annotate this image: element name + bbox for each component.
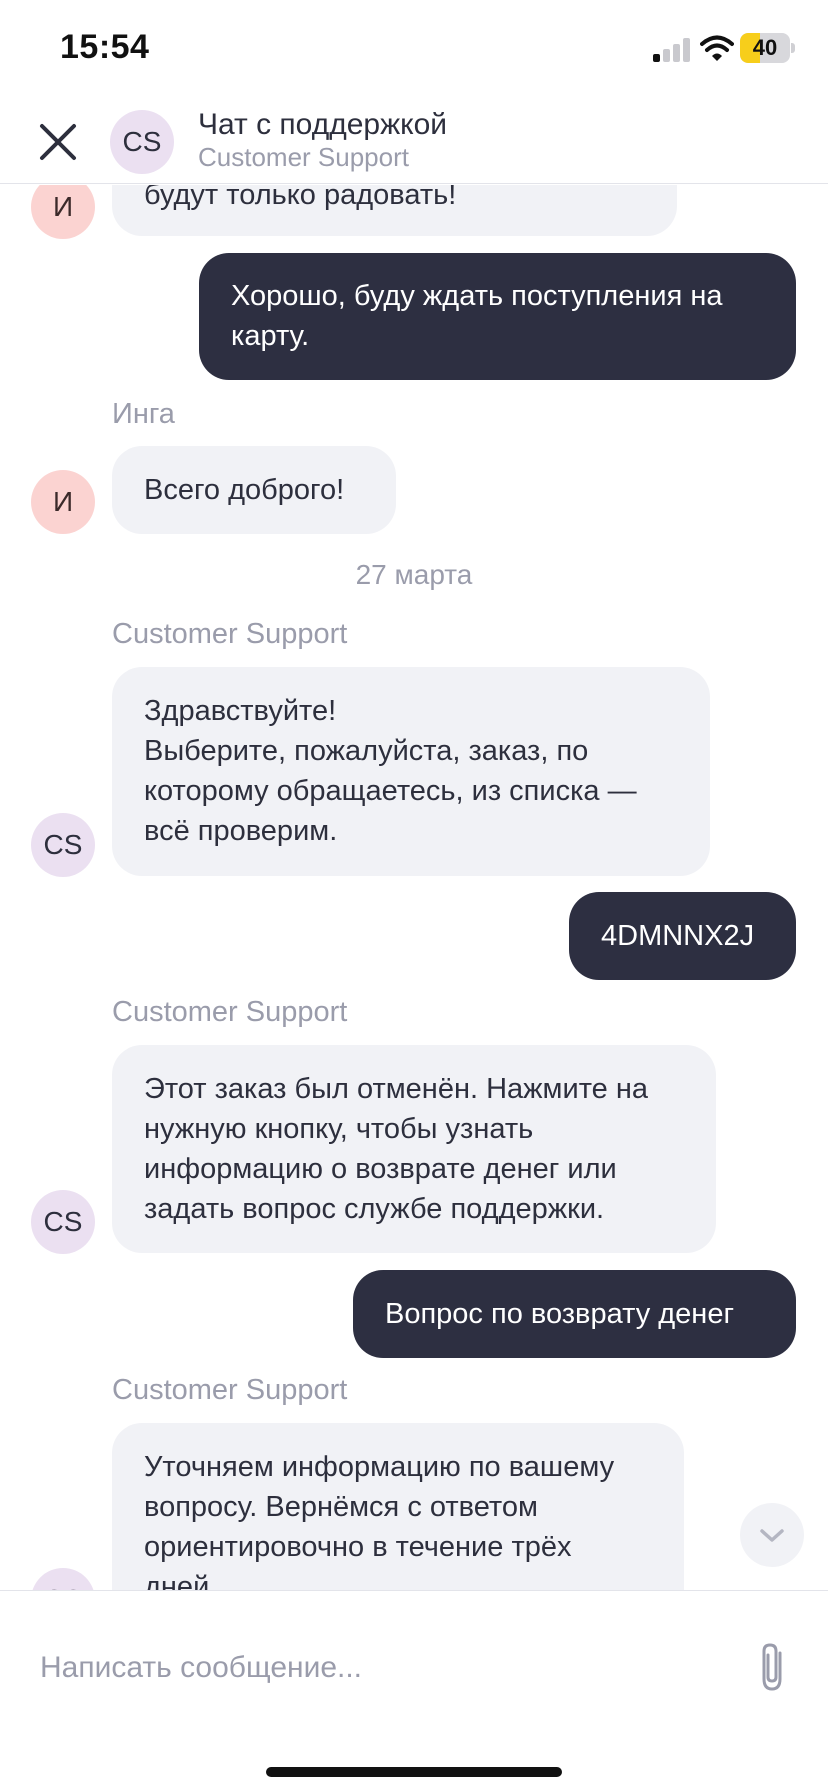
message-text: Здравствуйте!	[144, 695, 337, 727]
paperclip-icon[interactable]	[754, 1639, 790, 1695]
outgoing-message: Хорошо, буду ждать поступления на карту.	[199, 253, 796, 380]
agent-avatar: И	[31, 185, 95, 239]
message-text: Хорошо, буду ждать поступления на	[231, 280, 723, 312]
support-avatar: CS	[110, 110, 174, 174]
support-avatar: CS	[31, 1568, 95, 1590]
scroll-to-bottom-button[interactable]	[740, 1503, 804, 1567]
incoming-message: Здравствуйте! Выберите, пожалуйста, зака…	[112, 667, 710, 876]
message-text: карту.	[231, 320, 310, 352]
message-text: Уточняем информацию по вашему	[144, 1451, 615, 1483]
message-text: будут только радовать!	[144, 185, 457, 211]
sender-name: Customer Support	[112, 618, 348, 650]
support-avatar: CS	[31, 1190, 95, 1254]
support-avatar: CS	[31, 813, 95, 877]
message-text: дней.	[144, 1571, 218, 1590]
message-text: Выберите, пожалуйста, заказ, по	[144, 735, 589, 767]
signal-icon	[651, 34, 691, 62]
message-text: всё проверим.	[144, 815, 338, 847]
message-text: задать вопрос службе поддержки.	[144, 1193, 605, 1225]
message-text: 4DMNNX2J	[601, 920, 755, 952]
outgoing-message: Вопрос по возврату денег	[353, 1270, 796, 1358]
chevron-down-icon	[760, 1529, 784, 1542]
battery-level: 40	[752, 35, 778, 60]
sender-name: Customer Support	[112, 996, 348, 1028]
outgoing-message: 4DMNNX2J	[569, 892, 796, 980]
incoming-message: Всего доброго!	[112, 446, 396, 534]
message-text: ориентировочно в течение трёх	[144, 1531, 572, 1563]
message-text: которому обращаетесь, из списка —	[144, 775, 637, 807]
message-composer	[0, 1590, 828, 1792]
incoming-message: Уточняем информацию по вашему вопросу. В…	[112, 1423, 684, 1590]
message-text: информацию о возврате денег или	[144, 1153, 617, 1185]
message-text: Всего доброго!	[144, 474, 345, 506]
sender-name: Инга	[112, 398, 175, 430]
message-text: вопросу. Вернёмся с ответом	[144, 1491, 538, 1523]
status-bar: 15:54 40	[0, 0, 828, 100]
close-icon[interactable]	[34, 118, 82, 166]
incoming-message: будут только радовать!	[112, 185, 677, 236]
chat-header: CS Чат с поддержкой Customer Support	[0, 100, 828, 184]
date-separator: 27 марта	[355, 559, 473, 590]
wifi-icon	[700, 35, 734, 61]
battery-icon: 40	[740, 33, 795, 63]
agent-avatar: И	[31, 470, 95, 534]
message-input[interactable]	[40, 1643, 720, 1693]
chat-subtitle: Customer Support	[198, 142, 409, 172]
message-text: Вопрос по возврату денег	[385, 1298, 735, 1330]
sender-name: Customer Support	[112, 1374, 348, 1406]
incoming-message: Этот заказ был отменён. Нажмите на нужну…	[112, 1045, 716, 1253]
message-text: нужную кнопку, чтобы узнать	[144, 1113, 534, 1145]
message-list[interactable]: будут только радовать! И Хорошо, буду жд…	[0, 185, 828, 1590]
chat-title: Чат с поддержкой	[198, 108, 448, 141]
home-indicator	[266, 1767, 562, 1777]
message-text: Этот заказ был отменён. Нажмите на	[144, 1073, 648, 1105]
status-time: 15:54	[60, 28, 150, 66]
